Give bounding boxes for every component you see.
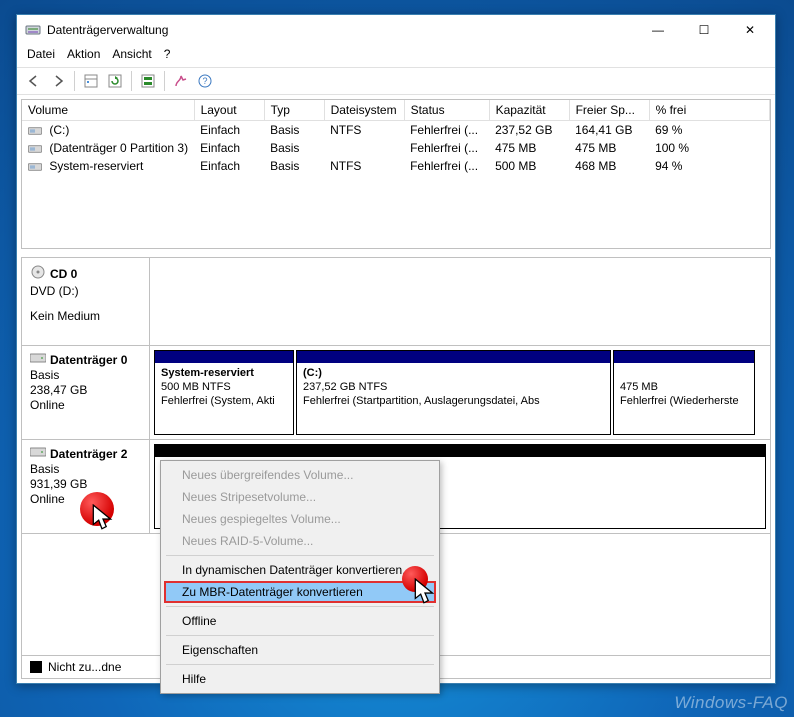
- table-row[interactable]: (Datenträger 0 Partition 3)EinfachBasisF…: [22, 139, 770, 157]
- close-button[interactable]: ✕: [727, 15, 773, 45]
- forward-button[interactable]: [47, 70, 69, 92]
- disk-name: CD 0: [50, 267, 77, 281]
- menu-item-help[interactable]: Hilfe: [164, 668, 436, 690]
- toolbar-btn-4[interactable]: [170, 70, 192, 92]
- menu-item-offline[interactable]: Offline: [164, 610, 436, 632]
- menu-item-convert-dynamic[interactable]: In dynamischen Datenträger konvertieren.…: [164, 559, 436, 581]
- menu-help[interactable]: ?: [164, 47, 171, 61]
- partition-recovery[interactable]: 475 MB Fehlerfrei (Wiederherste: [613, 350, 755, 435]
- table-row[interactable]: (C:)EinfachBasisNTFSFehlerfrei (...237,5…: [22, 121, 770, 140]
- help-button[interactable]: ?: [194, 70, 216, 92]
- menu-file[interactable]: Datei: [27, 47, 55, 61]
- maximize-button[interactable]: ☐: [681, 15, 727, 45]
- cursor-icon: [414, 578, 436, 606]
- watermark: Windows-FAQ: [674, 693, 788, 713]
- toolbar-btn-3[interactable]: [137, 70, 159, 92]
- back-button[interactable]: [23, 70, 45, 92]
- app-icon: [25, 22, 41, 38]
- menu-item-convert-mbr[interactable]: Zu MBR-Datenträger konvertieren: [164, 581, 436, 603]
- context-menu: Neues übergreifendes Volume... Neues Str…: [160, 460, 440, 694]
- optical-disc-icon: [30, 264, 46, 283]
- menu-item-properties[interactable]: Eigenschaften: [164, 639, 436, 661]
- window-title: Datenträgerverwaltung: [47, 23, 168, 37]
- hard-disk-icon: [30, 446, 46, 461]
- disk-row-cd0[interactable]: CD 0 DVD (D:) Kein Medium: [22, 258, 770, 346]
- disk-name: Datenträger 0: [50, 353, 127, 367]
- partition-system-reserved[interactable]: System-reserviert 500 MB NTFS Fehlerfrei…: [154, 350, 294, 435]
- menu-action[interactable]: Aktion: [67, 47, 100, 61]
- volume-list[interactable]: Volume Layout Typ Dateisystem Status Kap…: [21, 99, 771, 249]
- menu-item-new-raid5: Neues RAID-5-Volume...: [164, 530, 436, 552]
- legend-swatch-unallocated: [30, 661, 42, 673]
- partition-c[interactable]: (C:) 237,52 GB NTFS Fehlerfrei (Startpar…: [296, 350, 611, 435]
- menubar: Datei Aktion Ansicht ?: [17, 45, 775, 67]
- svg-text:?: ?: [202, 76, 207, 86]
- menu-item-new-spanned: Neues übergreifendes Volume...: [164, 464, 436, 486]
- minimize-button[interactable]: —: [635, 15, 681, 45]
- menu-item-new-striped: Neues Stripesetvolume...: [164, 486, 436, 508]
- volume-list-header[interactable]: Volume Layout Typ Dateisystem Status Kap…: [22, 100, 770, 121]
- refresh-button[interactable]: [104, 70, 126, 92]
- toolbar: ?: [17, 67, 775, 95]
- cursor-icon: [92, 504, 114, 532]
- disk-name: Datenträger 2: [50, 447, 127, 461]
- toolbar-btn-1[interactable]: [80, 70, 102, 92]
- menu-view[interactable]: Ansicht: [112, 47, 151, 61]
- disk-row-0[interactable]: Datenträger 0 Basis 238,47 GB Online Sys…: [22, 346, 770, 440]
- legend-label-unallocated: Nicht zu...dne: [48, 660, 121, 674]
- hard-disk-icon: [30, 352, 46, 367]
- menu-item-new-mirrored: Neues gespiegeltes Volume...: [164, 508, 436, 530]
- table-row[interactable]: System-reserviertEinfachBasisNTFSFehlerf…: [22, 157, 770, 175]
- titlebar: Datenträgerverwaltung — ☐ ✕: [17, 15, 775, 45]
